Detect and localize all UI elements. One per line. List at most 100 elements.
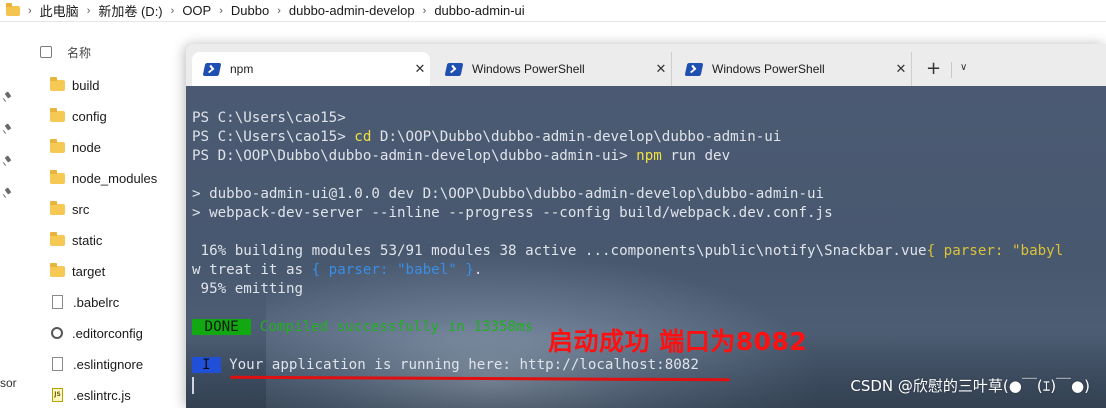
warning-text: w treat it as	[192, 262, 312, 278]
select-all-checkbox[interactable]	[40, 46, 52, 58]
file-name: src	[72, 201, 90, 217]
folder-icon	[6, 2, 20, 16]
column-header-name[interactable]: 名称	[67, 44, 91, 61]
file-icon	[52, 357, 63, 371]
file-name: static	[72, 232, 103, 248]
command-args: D:\OOP\Dubbo\dubbo-admin-develop\dubbo-a…	[371, 129, 782, 145]
file-name: node_modules	[72, 170, 158, 186]
tab-label: Windows PowerShell	[472, 62, 585, 76]
tab-bar: npm ✕ Windows PowerShell ✕ Windows Power…	[186, 44, 1106, 86]
console-line: I Your application is running here: http…	[192, 357, 699, 373]
breadcrumb-item[interactable]: dubbo-admin-develop	[289, 3, 415, 18]
list-item[interactable]: config	[50, 105, 107, 127]
nav-item-label[interactable]: sor	[0, 376, 17, 390]
file-name: .eslintignore	[73, 356, 144, 372]
file-name: build	[72, 77, 100, 93]
file-name: node	[72, 139, 101, 155]
pin-icon[interactable]	[3, 156, 13, 166]
prompt: PS D:\OOP\Dubbo\dubbo-admin-develop\dubb…	[192, 148, 637, 164]
warning-text: .	[473, 262, 483, 278]
folder-icon	[50, 200, 65, 215]
pin-icon[interactable]	[3, 92, 13, 102]
done-badge: DONE	[192, 319, 252, 335]
list-item[interactable]: node	[50, 136, 101, 158]
command: cd	[354, 129, 372, 145]
list-item[interactable]: .babelrc	[50, 291, 119, 313]
folder-icon	[50, 76, 65, 91]
file-name: target	[72, 263, 106, 279]
powershell-icon	[202, 62, 222, 76]
breadcrumb-item[interactable]: Dubbo	[231, 3, 269, 18]
list-item[interactable]: JS .eslintrc.js	[50, 384, 131, 406]
tab-powershell[interactable]: Windows PowerShell ✕	[434, 52, 672, 86]
console-line: PS C:\Users\cao15> cd D:\OOP\Dubbo\dubbo…	[192, 129, 781, 145]
annotation-label: 启动成功 端口为8082	[548, 327, 808, 356]
prompt: PS C:\Users\cao15>	[192, 129, 355, 145]
command-args: run dev	[661, 148, 731, 164]
powershell-icon	[684, 62, 704, 76]
close-icon[interactable]: ✕	[891, 62, 911, 77]
breadcrumb: › 此电脑 › 新加卷 (D:) › OOP › Dubbo › dubbo-a…	[0, 0, 1106, 22]
text-cursor	[192, 377, 194, 394]
console-output[interactable]: PS C:\Users\cao15> PS C:\Users\cao15> cd…	[186, 86, 1106, 408]
list-item[interactable]: .editorconfig	[50, 322, 143, 344]
chevron-right-icon: ›	[28, 4, 32, 17]
chevron-down-icon[interactable]: ∨	[960, 62, 967, 73]
list-item[interactable]: src	[50, 198, 89, 220]
js-file-icon: JS	[52, 388, 63, 402]
console-line: > webpack-dev-server --inline --progress…	[192, 205, 833, 221]
file-icon	[52, 295, 63, 309]
breadcrumb-item[interactable]: 新加卷 (D:)	[98, 1, 162, 20]
breadcrumb-item[interactable]: dubbo-admin-ui	[434, 3, 524, 18]
info-badge: I	[192, 357, 221, 373]
warning-code: { parser: "babel" }	[311, 262, 474, 278]
list-item[interactable]: node_modules	[50, 167, 157, 189]
folder-icon	[50, 169, 65, 184]
tab-powershell[interactable]: Windows PowerShell ✕	[674, 52, 912, 86]
console-line: > dubbo-admin-ui@1.0.0 dev D:\OOP\Dubbo\…	[192, 186, 825, 202]
pin-icon[interactable]	[3, 188, 13, 198]
powershell-icon	[444, 62, 464, 76]
breadcrumb-item[interactable]: 此电脑	[40, 1, 79, 20]
success-text: Compiled successfully in 13358ms	[251, 319, 534, 335]
tab-label: npm	[230, 62, 254, 76]
tab-label: Windows PowerShell	[712, 62, 825, 76]
chevron-right-icon: ›	[170, 4, 175, 17]
pin-icon[interactable]	[3, 124, 13, 134]
gear-icon	[51, 327, 63, 339]
console-line: PS D:\OOP\Dubbo\dubbo-admin-develop\dubb…	[192, 148, 730, 164]
console-line: DONE Compiled successfully in 13358ms	[192, 319, 533, 335]
tab-npm[interactable]: npm ✕	[192, 52, 430, 86]
command: npm	[636, 148, 662, 164]
folder-icon	[50, 107, 65, 122]
navigation-pane: sor	[0, 22, 20, 408]
file-name: .babelrc	[73, 294, 120, 310]
list-item[interactable]: static	[50, 229, 102, 251]
console-line: PS C:\Users\cao15>	[192, 110, 346, 126]
file-name: .editorconfig	[72, 325, 143, 341]
chevron-right-icon: ›	[86, 4, 91, 17]
close-icon[interactable]: ✕	[651, 62, 671, 77]
info-text: Your application is running here: http:/…	[220, 357, 699, 373]
new-tab-button[interactable]: +	[926, 60, 941, 78]
breadcrumb-item[interactable]: OOP	[182, 3, 211, 18]
close-icon[interactable]: ✕	[410, 62, 430, 77]
console-line: 16% building modules 53/91 modules 38 ac…	[192, 243, 1064, 259]
console-line: w treat it as { parser: "babel" }.	[192, 262, 482, 278]
list-item[interactable]: build	[50, 74, 99, 96]
chevron-right-icon: ›	[277, 4, 281, 17]
folder-icon	[50, 138, 65, 153]
warning-text: { parser: "babyl	[926, 243, 1064, 259]
list-item[interactable]: .eslintignore	[50, 353, 143, 375]
list-header: 名称	[40, 38, 91, 66]
chevron-right-icon: ›	[219, 4, 223, 17]
file-name: .eslintrc.js	[73, 387, 131, 403]
watermark: CSDN @欣慰的三叶草(●￣(ｴ)￣●)	[850, 377, 1090, 395]
list-item[interactable]: target	[50, 260, 105, 282]
console-line: 95% emitting	[192, 281, 304, 297]
chevron-right-icon: ›	[422, 4, 427, 17]
progress-text: 16% building modules 53/91 modules 38 ac…	[192, 243, 927, 259]
file-name: config	[72, 108, 107, 124]
folder-icon	[50, 231, 65, 246]
folder-icon	[50, 262, 65, 277]
